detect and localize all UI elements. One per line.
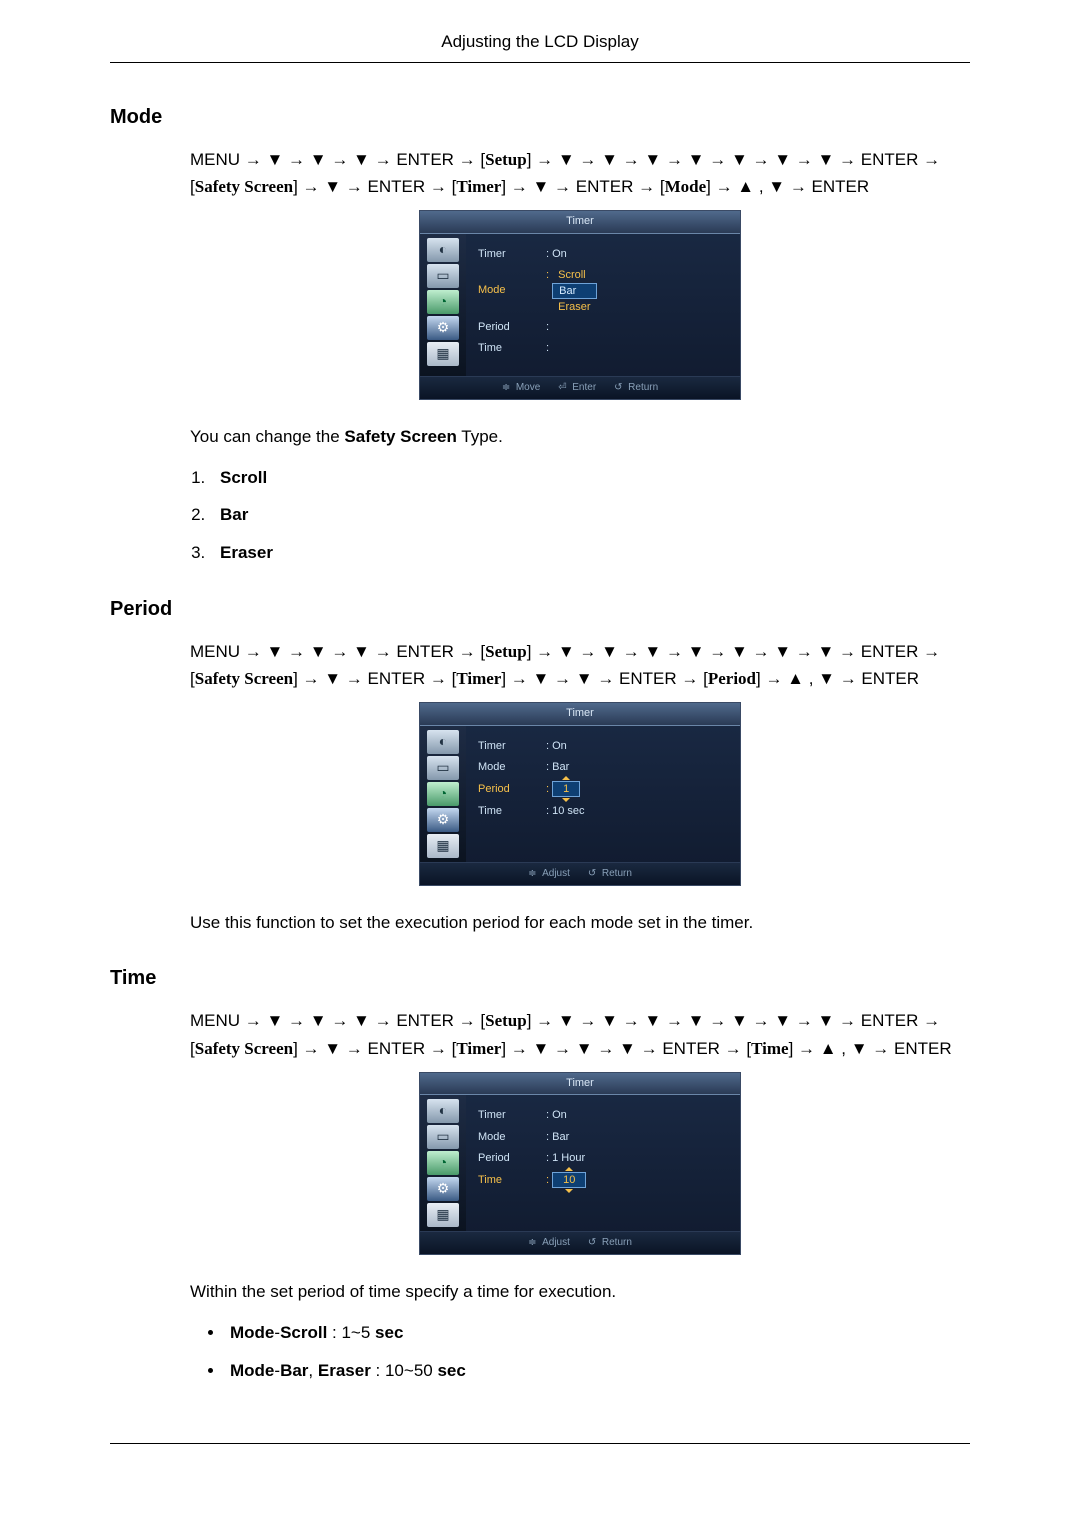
osd-tab-input-icon[interactable]: ▭ [427, 756, 459, 780]
time-bullets: Mode-Scroll : 1~5 sec Mode-Bar, Eraser :… [205, 1321, 970, 1383]
mode-heading: Mode [110, 103, 970, 131]
osd-footer-item[interactable]: ↺Return [588, 1236, 632, 1250]
osd-row[interactable]: Period: 1 Hour [478, 1148, 730, 1169]
osd-footer-item[interactable]: ↺Return [614, 381, 658, 395]
osd-tab-time-icon[interactable]: ◔ [427, 1151, 459, 1175]
osd-title: Timer [420, 1073, 740, 1095]
time-osd: Timer ◐▭◔⚙▦ Timer: OnMode: BarPeriod: 1 Ho… [419, 1072, 741, 1255]
mode-option-bar: Bar [220, 505, 248, 524]
period-menu-path: MENU → ▼ → ▼ → ▼ → ENTER → [Setup] → ▼ →… [190, 638, 970, 692]
osd-row[interactable]: Period: [478, 317, 730, 338]
osd-row[interactable]: Mode: Bar [478, 757, 730, 778]
osd-footer-item[interactable]: ↺Return [588, 867, 632, 881]
mode-desc: You can change the Safety Screen Type. [190, 425, 970, 449]
period-osd: Timer ◐▭◔⚙▦ Timer: OnMode: BarPeriod: 1Tim… [419, 702, 741, 885]
osd-row[interactable]: Time: 10 sec [478, 801, 730, 822]
time-bullet-scroll: Mode-Scroll : 1~5 sec [225, 1321, 970, 1345]
mode-options-list: Scroll Bar Eraser [190, 466, 970, 565]
osd-row[interactable]: Period: 1 [478, 778, 730, 800]
osd-tab-setup-icon[interactable]: ⚙ [427, 1177, 459, 1201]
period-desc: Use this function to set the execution p… [190, 911, 970, 935]
time-desc: Within the set period of time specify a … [190, 1280, 970, 1304]
mode-menu-path: MENU → ▼ → ▼ → ▼ → ENTER → [Setup] → ▼ →… [190, 146, 970, 200]
time-menu-path: MENU → ▼ → ▼ → ▼ → ENTER → [Setup] → ▼ →… [190, 1007, 970, 1061]
osd-tab-input-icon[interactable]: ▭ [427, 264, 459, 288]
osd-footer-item[interactable]: ⏎Enter [558, 381, 596, 395]
mode-option-scroll: Scroll [220, 468, 267, 487]
osd-tab-picture-icon[interactable]: ◐ [427, 238, 459, 262]
period-heading: Period [110, 595, 970, 623]
osd-tab-time-icon[interactable]: ◔ [427, 290, 459, 314]
time-heading: Time [110, 964, 970, 992]
osd-title: Timer [420, 211, 740, 233]
osd-row[interactable]: Timer: On [478, 1105, 730, 1126]
osd-row[interactable]: Time: [478, 338, 730, 359]
osd-row[interactable]: Timer: On [478, 244, 730, 265]
osd-footer-item[interactable]: ≑Adjust [528, 867, 570, 881]
osd-tab-picture-icon[interactable]: ◐ [427, 1099, 459, 1123]
osd-title: Timer [420, 703, 740, 725]
osd-tab-multi-icon[interactable]: ▦ [427, 834, 459, 858]
footer-line [110, 1443, 970, 1444]
osd-tab-picture-icon[interactable]: ◐ [427, 730, 459, 754]
osd-row[interactable]: Mode: ScrollBarEraser [478, 265, 730, 317]
osd-row[interactable]: Mode: Bar [478, 1127, 730, 1148]
osd-tab-setup-icon[interactable]: ⚙ [427, 808, 459, 832]
osd-row[interactable]: Timer: On [478, 736, 730, 757]
osd-tab-time-icon[interactable]: ◔ [427, 782, 459, 806]
osd-tab-multi-icon[interactable]: ▦ [427, 1203, 459, 1227]
osd-tab-multi-icon[interactable]: ▦ [427, 342, 459, 366]
osd-footer-item[interactable]: ≑Adjust [528, 1236, 570, 1250]
osd-tab-input-icon[interactable]: ▭ [427, 1125, 459, 1149]
osd-footer-item[interactable]: ≑Move [502, 381, 540, 395]
osd-tab-setup-icon[interactable]: ⚙ [427, 316, 459, 340]
osd-row[interactable]: Time: 10 [478, 1169, 730, 1191]
mode-osd: Timer ◐▭◔⚙▦ Timer: OnMode: ScrollBarEraser… [419, 210, 741, 400]
time-bullet-bar-eraser: Mode-Bar, Eraser : 10~50 sec [225, 1359, 970, 1383]
mode-option-eraser: Eraser [220, 543, 273, 562]
page-header: Adjusting the LCD Display [110, 30, 970, 63]
